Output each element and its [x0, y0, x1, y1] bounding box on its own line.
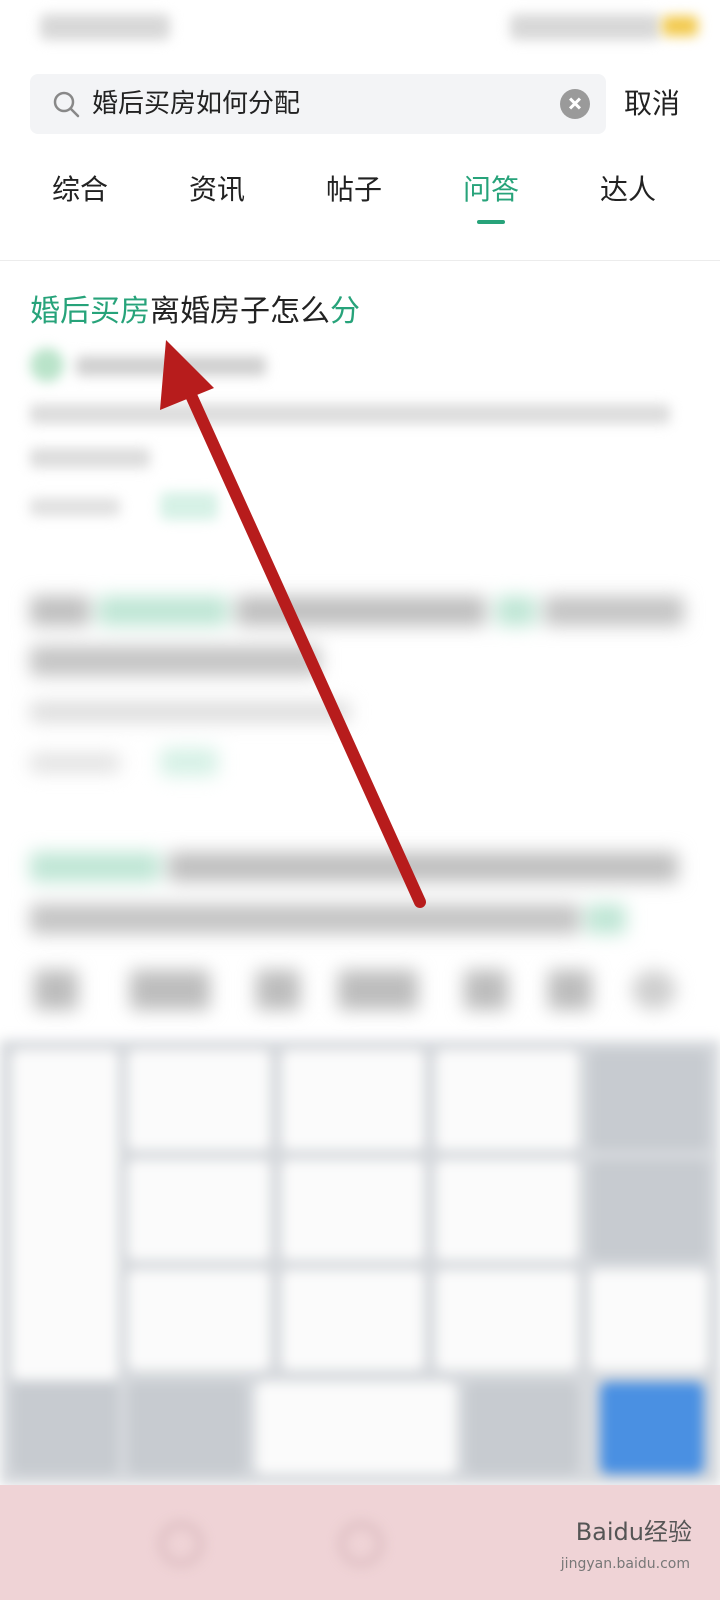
- arrow-shaft: [170, 356, 426, 908]
- annotation-arrow: [160, 340, 426, 908]
